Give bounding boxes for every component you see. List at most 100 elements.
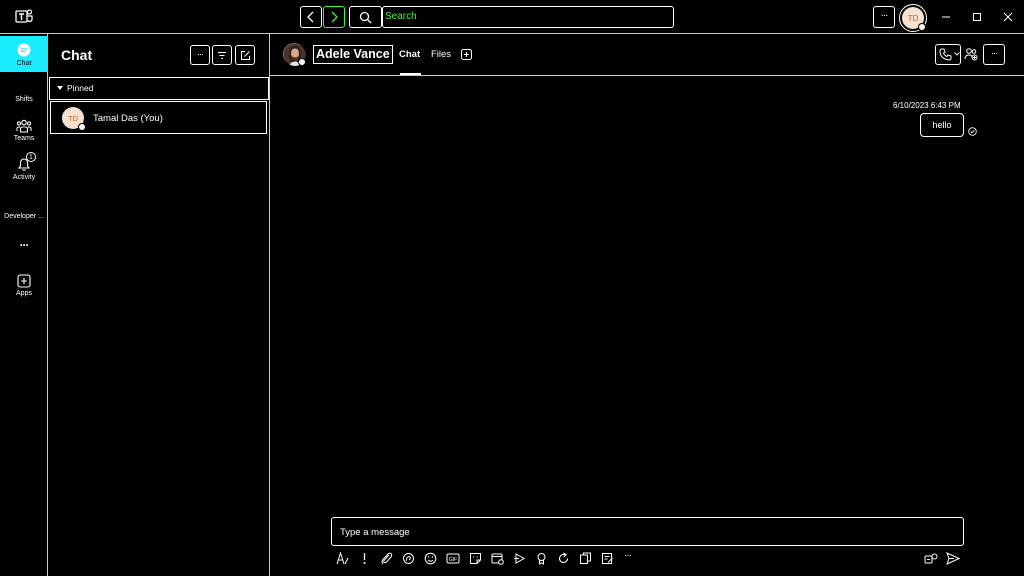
chevron-right-icon: [329, 11, 339, 23]
caret-down-icon: [57, 86, 63, 91]
tab-chat[interactable]: Chat: [399, 49, 420, 60]
updates-icon: [579, 552, 592, 565]
gif-icon: GIF: [446, 552, 460, 565]
bell-icon: 1: [16, 152, 36, 172]
app-bar: Chat Shifts Teams 1 Activity Developer .…: [0, 34, 48, 576]
search-placeholder: Search: [385, 11, 417, 22]
activity-badge: 1: [26, 152, 36, 162]
emoji-button[interactable]: [424, 552, 437, 565]
message-bubble[interactable]: hello: [920, 113, 964, 137]
panel-title: Chat: [61, 47, 93, 63]
rail-item-teams[interactable]: Teams: [0, 119, 48, 142]
status-icon: [78, 123, 86, 131]
chat-more-button[interactable]: ···: [190, 45, 210, 65]
add-tab-button[interactable]: [461, 49, 472, 60]
message-timestamp: 6/10/2023 6:43 PM: [893, 101, 961, 110]
sticker-button[interactable]: [469, 552, 482, 565]
contact-avatar[interactable]: [283, 43, 306, 66]
stream-icon: [513, 552, 526, 565]
important-button[interactable]: [358, 552, 371, 565]
rail-item-activity[interactable]: 1 Activity: [0, 152, 48, 181]
stream-button[interactable]: [513, 552, 526, 565]
search-input[interactable]: Search: [382, 6, 674, 28]
avatar: TD: [902, 7, 926, 31]
rail-item-apps[interactable]: Apps: [0, 274, 48, 297]
send-button[interactable]: [946, 552, 960, 565]
chat-icon: [16, 42, 32, 58]
send-icon: [946, 552, 960, 565]
title-bar: Search ··· TD: [0, 0, 1024, 34]
more-icon: ···: [991, 48, 998, 58]
rail-label-developer: Developer ...: [4, 213, 44, 220]
maximize-button[interactable]: [962, 6, 992, 28]
pinned-section-header[interactable]: Pinned: [49, 77, 269, 100]
phone-icon: [939, 48, 952, 61]
new-chat-button[interactable]: [235, 45, 255, 65]
copilot-button[interactable]: [924, 552, 938, 565]
conversation-header: Adele Vance Chat Files ···: [270, 34, 1024, 76]
message-placeholder: Type a message: [340, 527, 410, 538]
updates-button[interactable]: [579, 552, 592, 565]
emoji-icon: [424, 552, 437, 565]
rail-item-shifts[interactable]: Shifts: [0, 94, 48, 103]
minimize-button[interactable]: [931, 6, 961, 28]
approvals-icon: [601, 552, 614, 565]
paperclip-icon: [380, 552, 393, 565]
rail-label-activity: Activity: [12, 174, 36, 181]
format-button[interactable]: [336, 552, 349, 565]
add-people-button[interactable]: [964, 47, 978, 61]
more-icon: ···: [880, 10, 889, 21]
svg-text:GIF: GIF: [449, 557, 457, 563]
rail-label-chat: Chat: [16, 59, 32, 67]
status-icon: [918, 23, 926, 31]
chat-list-panel: Chat ··· Pinned TD Tamal Das (You): [48, 34, 270, 576]
forward-button[interactable]: [323, 6, 345, 28]
back-button[interactable]: [300, 6, 322, 28]
maximize-icon: [972, 12, 982, 22]
rail-label-apps: Apps: [16, 290, 32, 297]
loop-button[interactable]: [402, 552, 415, 565]
rail-label-teams: Teams: [13, 135, 35, 142]
compose-icon: [240, 50, 251, 61]
conversation-more-button[interactable]: ···: [983, 44, 1005, 65]
compose-more-button[interactable]: ···: [624, 550, 632, 561]
contact-name[interactable]: Adele Vance: [313, 45, 393, 64]
loop-icon: [402, 552, 415, 565]
gif-button[interactable]: GIF: [446, 552, 460, 565]
active-tab-indicator: [400, 73, 421, 75]
add-tab-icon: [461, 49, 472, 60]
add-people-icon: [964, 47, 978, 61]
message-text: hello: [932, 120, 952, 130]
filter-button[interactable]: [212, 45, 232, 65]
settings-more-button[interactable]: ···: [873, 6, 895, 28]
tab-files[interactable]: Files: [431, 49, 451, 60]
sticker-icon: [469, 552, 482, 565]
teams-icon: [16, 119, 32, 133]
status-icon: [298, 58, 306, 66]
calendar-icon: [491, 552, 504, 565]
sent-status-icon: [968, 127, 977, 136]
avatar-initials: TD: [68, 113, 78, 123]
rail-item-chat[interactable]: Chat: [0, 36, 48, 72]
praise-button[interactable]: [535, 552, 548, 565]
award-icon: [535, 552, 548, 565]
profile-button[interactable]: TD: [899, 4, 927, 32]
call-button[interactable]: [935, 44, 961, 65]
approvals-button[interactable]: [601, 552, 614, 565]
more-icon: ···: [19, 238, 30, 252]
attach-button[interactable]: [380, 552, 393, 565]
schedule-meeting-button[interactable]: [491, 552, 504, 565]
search-button[interactable]: [349, 6, 382, 28]
loop-component-button[interactable]: [557, 552, 570, 565]
chat-item-name: Tamal Das (You): [93, 113, 163, 124]
filter-icon: [217, 51, 227, 60]
add-apps-icon: [17, 274, 31, 288]
rail-item-more[interactable]: ···: [0, 238, 48, 252]
close-button[interactable]: [993, 6, 1023, 28]
message-input[interactable]: Type a message: [331, 517, 964, 546]
chevron-left-icon: [306, 11, 316, 23]
rail-item-developer[interactable]: Developer ...: [0, 211, 48, 220]
compose-extension-icon: [924, 552, 938, 565]
list-item[interactable]: TD Tamal Das (You): [50, 101, 267, 134]
pinned-label: Pinned: [67, 83, 94, 93]
